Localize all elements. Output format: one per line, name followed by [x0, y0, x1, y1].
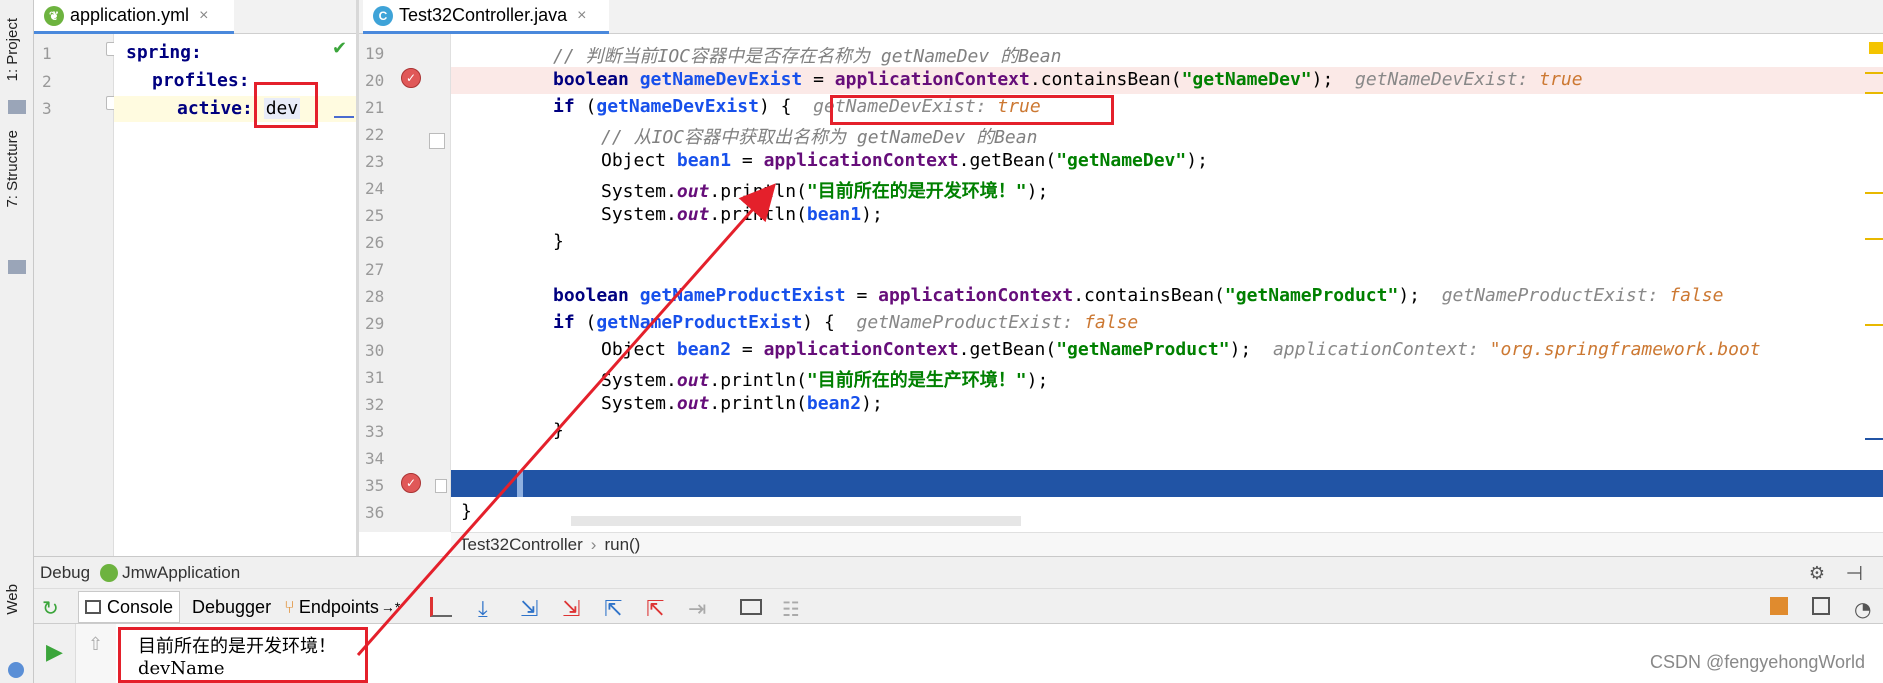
annotation-arrow	[356, 183, 776, 656]
